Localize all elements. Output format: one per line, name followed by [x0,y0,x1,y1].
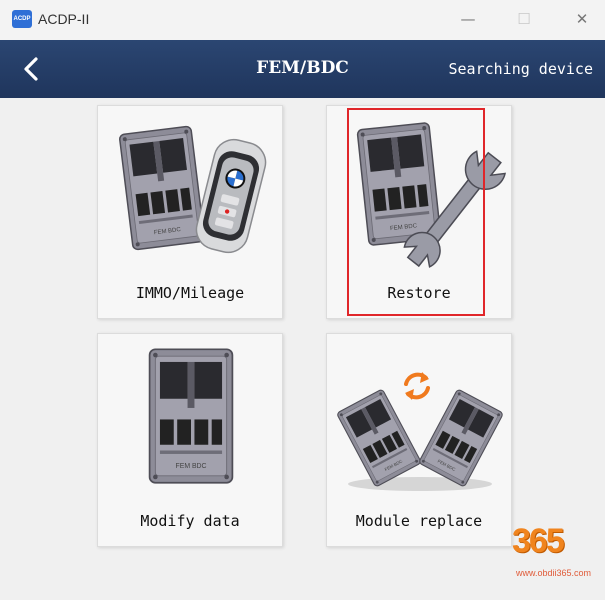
back-button[interactable] [14,50,48,88]
module-icon: FEM BDC [148,348,234,484]
close-button[interactable]: ✕ [565,6,599,32]
maximize-button[interactable]: ☐ [507,6,541,32]
module-replace-label: Module replace [355,512,483,530]
swap-arrows-icon [404,372,430,400]
navigation-bar: FEM/BDC Searching device [0,40,605,98]
module-swap-icon: FEM BDC FEM BDC [335,372,505,491]
svg-text:FEM BDC: FEM BDC [176,463,207,470]
module-replace-tile[interactable]: FEM BDC FEM BDC Module replace [326,333,512,547]
watermark-url: www.obdii365.com [516,568,592,578]
minimize-button[interactable]: — [451,6,485,32]
chevron-left-icon [24,57,38,81]
app-logo-icon: ACDP [12,10,32,28]
immo-mileage-label: IMMO/Mileage [135,284,245,302]
modify-data-label: Modify data [140,512,240,530]
watermark: 365 www.obdii365.com [512,522,592,582]
module-with-wrench-icon: FEM BDC [356,121,507,268]
modify-data-tile[interactable]: FEM BDC Modify data [97,333,283,547]
restore-tile[interactable]: FEM BDC Restore [326,105,512,319]
restore-label: Restore [387,284,451,302]
window-title: ACDP-II [38,11,90,27]
immo-mileage-tile[interactable]: FEM BDC IMMO/Mileage [97,105,283,319]
window-titlebar: ACDP ACDP-II — ☐ ✕ [0,0,605,40]
module-with-bmw-key-icon: FEM BDC [118,125,267,254]
connection-status: Searching device [448,60,594,78]
watermark-logo: 365 [512,522,565,560]
